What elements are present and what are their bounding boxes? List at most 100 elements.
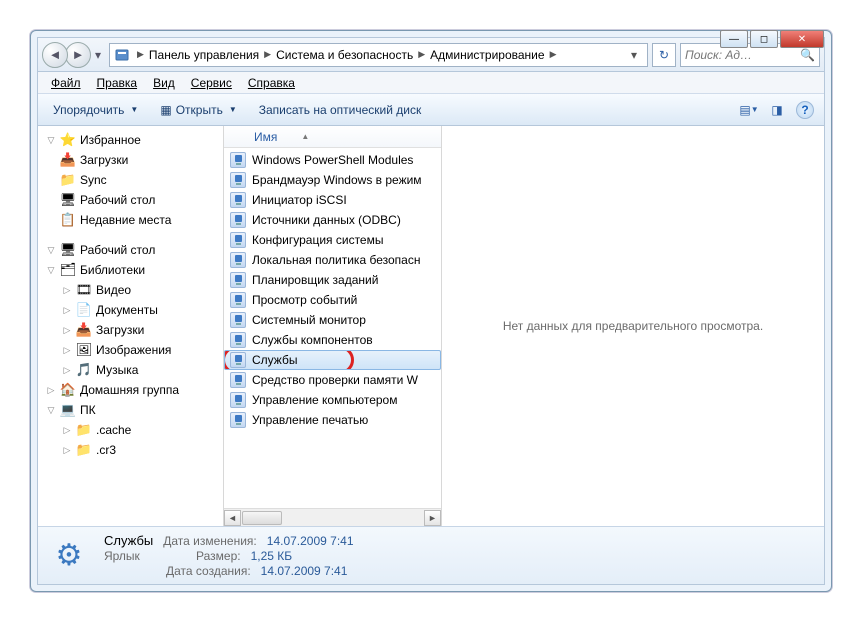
chevron-right-icon[interactable]: ▶ [547,49,560,60]
file-item[interactable]: Управление печатью [224,410,441,430]
sidebar-item-recent[interactable]: Недавние места [40,210,223,230]
sidebar-item-downloads2[interactable]: ▷Загрузки [40,320,223,340]
menu-help[interactable]: Справка [241,74,302,92]
maximize-button[interactable]: ◻ [750,30,778,48]
horizontal-scrollbar[interactable]: ◄ ► [224,508,441,526]
sidebar-desktop-root[interactable]: ▽ Рабочий стол [40,240,223,260]
scroll-thumb[interactable] [242,511,282,525]
expand-icon[interactable]: ▷ [62,305,72,315]
details-created-value: 14.07.2009 7:41 [261,564,348,578]
sidebar-item-downloads[interactable]: Загрузки [40,150,223,170]
breadcrumb-bar[interactable]: ▶ Панель управления ▶ Система и безопасн… [109,43,648,67]
address-bar: ◄ ► ▾ ▶ Панель управления ▶ Система и бе… [38,38,824,72]
shortcut-icon [230,292,246,308]
collapse-icon[interactable]: ▽ [46,265,56,275]
file-item[interactable]: Службы [224,350,441,370]
file-item[interactable]: Системный монитор [224,310,441,330]
address-dropdown[interactable]: ▾ [625,48,643,62]
download-icon [60,152,76,168]
file-item[interactable]: Windows PowerShell Modules [224,150,441,170]
sidebar-item-cache[interactable]: ▷.cache [40,420,223,440]
folder-icon [76,442,92,458]
minimize-button[interactable]: — [720,30,748,48]
breadcrumb-item[interactable]: Система и безопасность [274,48,415,62]
file-label: Управление печатью [252,413,368,427]
menu-file[interactable]: Файл [44,74,88,92]
sidebar-item-sync[interactable]: Sync [40,170,223,190]
menu-edit[interactable]: Правка [90,74,145,92]
expand-icon[interactable]: ▷ [62,425,72,435]
refresh-button[interactable]: ↻ [652,43,676,67]
chevron-right-icon[interactable]: ▶ [261,49,274,60]
preview-pane-button[interactable]: ◨ [764,99,790,121]
column-header-name[interactable]: Имя▲ [224,126,441,148]
expand-icon[interactable]: ▷ [62,325,72,335]
file-label: Windows PowerShell Modules [252,153,413,167]
collapse-icon[interactable]: ▽ [46,405,56,415]
open-button[interactable]: ▦ Открыть▼ [151,99,245,121]
chevron-right-icon[interactable]: ▶ [134,49,147,60]
sidebar-item-images[interactable]: ▷Изображения [40,340,223,360]
burn-button[interactable]: Записать на оптический диск [250,99,431,121]
sidebar-favorites[interactable]: ▽ Избранное [40,130,223,150]
organize-button[interactable]: Упорядочить▼ [44,99,147,121]
expand-icon[interactable]: ▷ [62,285,72,295]
file-item[interactable]: Источники данных (ODBC) [224,210,441,230]
expand-icon[interactable]: ▷ [46,385,56,395]
sidebar-item-documents[interactable]: ▷Документы [40,300,223,320]
file-list[interactable]: Windows PowerShell Modules Брандмауэр Win… [224,148,441,508]
toolbar: Упорядочить▼ ▦ Открыть▼ Записать на опти… [38,94,824,126]
navigation-pane[interactable]: ▽ Избранное Загрузки Sync Рабочий стол Н… [38,126,224,526]
file-item[interactable]: Средство проверки памяти W [224,370,441,390]
nav-history-dropdown[interactable]: ▾ [91,45,105,65]
window-content: ◄ ► ▾ ▶ Панель управления ▶ Система и бе… [37,37,825,585]
search-icon[interactable]: 🔍 [800,48,815,62]
file-item[interactable]: Локальная политика безопасн [224,250,441,270]
back-button[interactable]: ◄ [42,42,68,68]
help-button[interactable]: ? [792,99,818,121]
expand-icon[interactable]: ▷ [62,345,72,355]
close-button[interactable]: ✕ [780,30,824,48]
chevron-right-icon[interactable]: ▶ [415,49,428,60]
menu-view[interactable]: Вид [146,74,182,92]
file-item[interactable]: Просмотр событий [224,290,441,310]
sidebar-item-cr3[interactable]: ▷.cr3 [40,440,223,460]
collapse-icon[interactable]: ▽ [46,245,56,255]
breadcrumb-item[interactable]: Панель управления [147,48,261,62]
search-input[interactable] [685,48,795,62]
shortcut-icon [230,152,246,168]
file-item[interactable]: Брандмауэр Windows в режим [224,170,441,190]
file-item[interactable]: Службы компонентов [224,330,441,350]
view-mode-button[interactable]: ▤▼ [736,99,762,121]
window-frame: ◄ ► ▾ ▶ Панель управления ▶ Система и бе… [30,30,832,592]
music-icon [76,362,92,378]
scroll-right-button[interactable]: ► [424,510,441,526]
favorites-group: ▽ Избранное Загрузки Sync Рабочий стол Н… [40,130,223,230]
scroll-left-button[interactable]: ◄ [224,510,241,526]
details-icon: ⚙ [48,535,90,577]
file-label: Службы компонентов [252,333,373,347]
file-item[interactable]: Планировщик заданий [224,270,441,290]
sidebar-libraries[interactable]: ▽ Библиотеки [40,260,223,280]
collapse-icon[interactable]: ▽ [46,135,56,145]
sidebar-item-music[interactable]: ▷Музыка [40,360,223,380]
sidebar-item-video[interactable]: ▷Видео [40,280,223,300]
expand-icon[interactable]: ▷ [62,365,72,375]
sidebar-homegroup[interactable]: ▷Домашняя группа [40,380,223,400]
view-controls: ▤▼ ◨ ? [736,99,818,121]
expand-icon[interactable]: ▷ [62,445,72,455]
shortcut-icon [230,192,246,208]
file-item[interactable]: Конфигурация системы [224,230,441,250]
file-label: Планировщик заданий [252,273,378,287]
details-info: Службы Дата изменения: 14.07.2009 7:41 Я… [104,533,354,578]
forward-button[interactable]: ► [65,42,91,68]
file-item[interactable]: Инициатор iSCSI [224,190,441,210]
details-type: Ярлык [104,549,156,563]
sidebar-pc[interactable]: ▽ПК [40,400,223,420]
details-name: Службы [104,533,153,548]
sidebar-item-desktop[interactable]: Рабочий стол [40,190,223,210]
preview-empty-text: Нет данных для предварительного просмотр… [503,319,763,333]
file-item[interactable]: Управление компьютером [224,390,441,410]
breadcrumb-item[interactable]: Администрирование [428,48,546,62]
menu-tools[interactable]: Сервис [184,74,239,92]
